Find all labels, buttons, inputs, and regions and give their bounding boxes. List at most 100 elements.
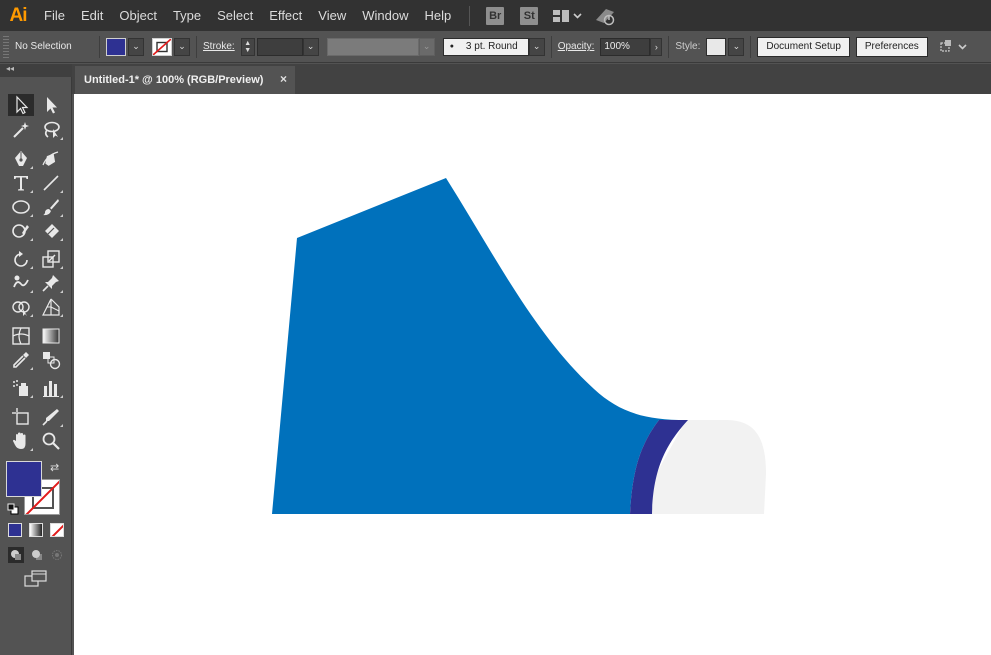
divider [99, 35, 100, 58]
draw-normal-button[interactable] [8, 547, 24, 563]
none-mode-button[interactable] [50, 523, 64, 537]
pen-icon [15, 151, 27, 166]
tools-panel: ◂◂ ⇄ [0, 64, 72, 655]
slice-tool[interactable] [38, 406, 64, 428]
menu-view[interactable]: View [310, 0, 354, 31]
stroke-dropdown[interactable]: ⌄ [174, 37, 190, 56]
selection-tool[interactable] [8, 94, 34, 116]
opacity-label[interactable]: Opacity: [558, 41, 595, 52]
paintbrush-tool[interactable] [38, 196, 64, 218]
draw-behind-icon [32, 550, 42, 560]
eraser-tool[interactable] [38, 220, 64, 242]
blend-tool[interactable] [38, 349, 64, 371]
brush-definition-dropdown[interactable]: ⌄ [528, 37, 545, 56]
artboard-canvas[interactable] [74, 94, 991, 655]
blend-icon [43, 352, 61, 370]
gradient-tool[interactable] [38, 325, 64, 347]
stroke-label[interactable]: Stroke: [203, 41, 235, 52]
mesh-tool[interactable] [8, 325, 34, 347]
align-icon [940, 39, 967, 52]
collapse-arrows-icon[interactable]: ◂◂ [6, 64, 14, 73]
screen-mode-icon [24, 570, 47, 587]
symbol-sprayer-tool[interactable] [8, 377, 34, 399]
graphic-style-dropdown[interactable]: ⌄ [728, 37, 745, 56]
bridge-button[interactable]: Br [486, 6, 505, 25]
line-segment-tool[interactable] [38, 172, 64, 194]
graphic-style-swatch[interactable] [706, 37, 727, 56]
default-fill-stroke-icon[interactable] [7, 502, 19, 520]
variable-width-dropdown[interactable]: ⌄ [418, 37, 435, 56]
magic-wand-tool[interactable] [8, 119, 34, 141]
menu-object[interactable]: Object [111, 0, 165, 31]
menu-window[interactable]: Window [354, 0, 416, 31]
chevron-down-icon: ⌄ [732, 41, 741, 51]
stroke-swatch[interactable] [152, 37, 172, 56]
stroke-weight-stepper[interactable]: ▲ ▼ [240, 37, 255, 56]
change-screen-mode-button[interactable] [24, 570, 48, 593]
hand-tool[interactable] [8, 430, 34, 452]
perspective-grid-tool[interactable] [38, 296, 64, 318]
opacity-dropdown[interactable]: › [650, 37, 663, 56]
column-graph-tool[interactable] [38, 377, 64, 399]
ellipse-tool[interactable] [8, 196, 34, 218]
stroke-weight-input[interactable] [256, 37, 303, 56]
opacity-input[interactable]: 100% [600, 37, 651, 56]
gradient-mode-button[interactable] [29, 523, 43, 537]
style-label: Style: [675, 41, 701, 52]
shoe-artwork[interactable] [74, 94, 991, 655]
arrange-panel-button[interactable] [938, 38, 968, 56]
scale-tool[interactable] [38, 248, 64, 270]
shoe-body[interactable] [272, 178, 686, 514]
fill-dropdown[interactable]: ⌄ [128, 37, 144, 56]
artboard-tool[interactable] [8, 406, 34, 428]
divider [550, 35, 552, 58]
pen-tool[interactable] [8, 148, 34, 170]
illustrator-logo: Ai [9, 4, 28, 26]
document-tab[interactable]: Untitled-1* @ 100% (RGB/Preview) × [75, 66, 295, 94]
shaper-tool[interactable] [8, 220, 34, 242]
draw-behind-button[interactable] [29, 547, 45, 563]
tools-panel-header[interactable]: ◂◂ [0, 64, 72, 77]
menu-help[interactable]: Help [416, 0, 459, 31]
control-bar-grip[interactable] [3, 35, 9, 58]
menu-edit[interactable]: Edit [73, 0, 111, 31]
puppet-warp-tool[interactable] [38, 272, 64, 294]
divider [196, 35, 197, 58]
draw-inside-icon [52, 550, 62, 560]
draw-normal-icon [11, 550, 21, 560]
draw-inside-button[interactable] [49, 547, 65, 563]
document-setup-button[interactable]: Document Setup [757, 36, 850, 57]
gpu-performance-icon[interactable] [594, 0, 618, 31]
fill-color-box[interactable] [6, 461, 42, 497]
fill-swatch[interactable] [106, 37, 126, 56]
shape-builder-tool[interactable] [8, 296, 34, 318]
preferences-button[interactable]: Preferences [855, 36, 928, 57]
knife-icon [42, 409, 59, 426]
rotate-tool[interactable] [8, 248, 34, 270]
eyedropper-tool[interactable] [8, 349, 34, 371]
menu-file[interactable]: File [36, 0, 73, 31]
ellipse-icon [12, 200, 30, 214]
swap-fill-stroke-icon[interactable]: ⇄ [50, 461, 59, 474]
menu-type[interactable]: Type [165, 0, 209, 31]
chevron-right-icon: › [654, 41, 658, 52]
type-tool[interactable] [8, 172, 34, 194]
color-mode-button[interactable] [8, 523, 22, 537]
variable-width-profile[interactable] [326, 37, 419, 56]
close-icon[interactable]: × [280, 72, 287, 86]
brush-definition-field[interactable]: ● 3 pt. Round [442, 37, 529, 56]
direct-selection-tool[interactable] [38, 94, 64, 116]
stroke-weight-dropdown[interactable]: ⌄ [302, 37, 319, 56]
zoom-tool[interactable] [38, 430, 64, 452]
direct-selection-arrow-icon [47, 97, 57, 114]
arrange-documents-icon[interactable] [552, 0, 582, 31]
stock-button[interactable]: St [520, 6, 539, 25]
lasso-tool[interactable] [38, 119, 64, 141]
curvature-tool[interactable] [38, 148, 64, 170]
menu-select[interactable]: Select [209, 0, 261, 31]
document-tab-title: Untitled-1* @ 100% (RGB/Preview) [84, 74, 264, 86]
warp-tool[interactable] [8, 272, 34, 294]
pushpin-icon [42, 275, 59, 292]
shape-builder-icon [12, 301, 30, 316]
menu-effect[interactable]: Effect [261, 0, 310, 31]
